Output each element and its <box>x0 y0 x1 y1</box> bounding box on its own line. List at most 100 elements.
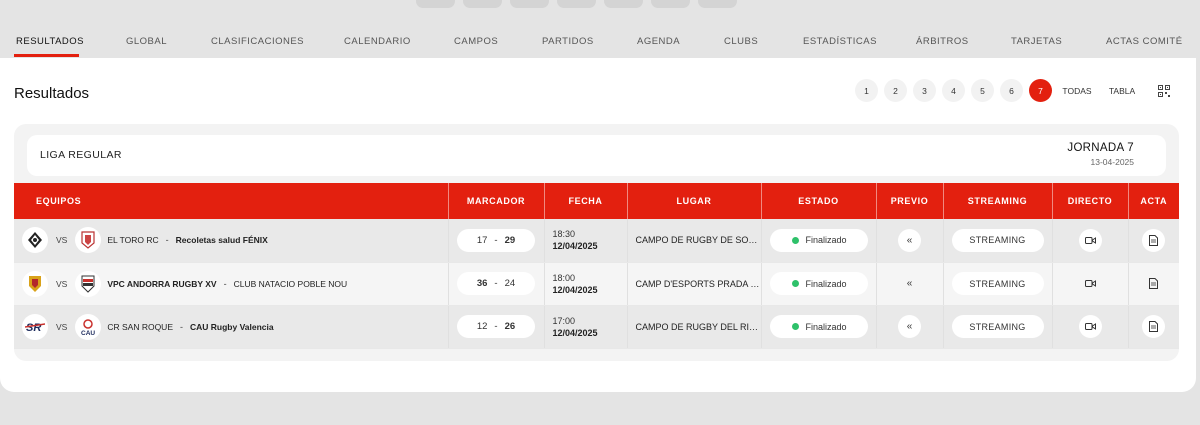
match-time: 17:00 <box>552 315 576 326</box>
status-badge: Finalizado <box>769 228 868 252</box>
away-team-name[interactable]: Recoletas salud FÉNIX <box>176 235 268 245</box>
team-logo-cau-valencia: CAU <box>75 313 102 340</box>
qr-code-icon[interactable] <box>1152 79 1175 102</box>
page-button-6[interactable]: 6 <box>1000 79 1023 102</box>
match-date: 12/04/2025 <box>552 284 598 295</box>
svg-text:CAU: CAU <box>81 330 95 337</box>
team-logo-el-toro <box>22 227 48 254</box>
home-score: 12 <box>476 321 488 332</box>
home-team-name[interactable]: VPC ANDORRA RUGBY XV <box>107 279 216 289</box>
header-previo: PREVIO <box>876 183 944 219</box>
round-date: 13-04-2025 <box>1090 157 1134 167</box>
header-equipos: EQUIPOS <box>14 183 449 219</box>
streaming-button[interactable]: STREAMING <box>951 272 1044 295</box>
status-dot-icon <box>791 323 799 330</box>
header-marcador: MARCADOR <box>448 183 545 219</box>
header-estado: ESTADO <box>761 183 877 219</box>
header-fecha: FECHA <box>544 183 628 219</box>
page-button-1[interactable]: 1 <box>855 79 878 102</box>
active-tab-indicator <box>14 54 79 57</box>
table-row[interactable]: VS VPC ANDORRA RUGBY XV - CLUB NATACIO P… <box>14 262 1179 306</box>
table-row[interactable]: VS EL TORO RC - Recoletas salud FÉNIX 17… <box>14 219 1179 263</box>
home-score: 17 <box>476 234 488 246</box>
home-score: 36 <box>476 278 488 289</box>
match-time: 18:30 <box>552 229 576 240</box>
round-header <box>27 135 1166 176</box>
top-button-stub[interactable] <box>651 0 690 8</box>
team-logo-fenix <box>75 227 102 254</box>
tab-global[interactable]: GLOBAL <box>126 36 167 47</box>
video-camera-icon[interactable] <box>1078 315 1102 338</box>
status-dot-icon <box>791 236 799 244</box>
header-acta: ACTA <box>1128 183 1179 219</box>
tab-campos[interactable]: CAMPOS <box>454 36 498 47</box>
top-button-stub[interactable] <box>604 0 643 8</box>
header-directo: DIRECTO <box>1052 183 1129 219</box>
top-button-stub[interactable] <box>698 0 737 8</box>
match-time: 18:00 <box>552 272 576 283</box>
page-button-4[interactable]: 4 <box>942 79 965 102</box>
tab-actas-comite[interactable]: ACTAS COMITÉ <box>1106 36 1183 47</box>
tab-agenda[interactable]: AGENDA <box>637 36 680 47</box>
page-button-3[interactable]: 3 <box>913 79 936 102</box>
previo-rewind-icon[interactable]: « <box>898 272 921 295</box>
round-title: JORNADA 7 <box>1067 142 1134 154</box>
vs-label: VS <box>56 235 68 246</box>
vs-label: VS <box>56 278 68 289</box>
top-button-stub[interactable] <box>557 0 596 8</box>
home-team-name[interactable]: EL TORO RC <box>107 235 158 245</box>
document-icon[interactable] <box>1142 228 1166 252</box>
tab-estadisticas[interactable]: ESTADÍSTICAS <box>803 36 877 47</box>
tab-clubs[interactable]: CLUBS <box>724 36 758 47</box>
away-score: 26 <box>504 321 516 332</box>
match-venue[interactable]: CAMP D'ESPORTS PRADA D… <box>627 262 762 306</box>
streaming-button[interactable]: STREAMING <box>951 228 1044 252</box>
match-venue[interactable]: CAMPO DE RUGBY DE SON … <box>627 219 762 263</box>
document-icon[interactable] <box>1142 272 1165 295</box>
league-name: LIGA REGULAR <box>40 149 122 161</box>
away-team-name[interactable]: CLUB NATACIO POBLE NOU <box>234 279 348 289</box>
score-pill: 36-24 <box>457 272 535 295</box>
tab-tarjetas[interactable]: TARJETAS <box>1011 36 1062 47</box>
score-pill: 12-26 <box>457 315 535 338</box>
todas-button[interactable]: TODAS <box>1060 79 1094 102</box>
home-team-name[interactable]: CR SAN ROQUE <box>107 322 173 332</box>
streaming-button[interactable]: STREAMING <box>951 315 1044 338</box>
match-date: 12/04/2025 <box>552 327 598 338</box>
header-streaming: STREAMING <box>943 183 1053 219</box>
previo-rewind-icon[interactable]: « <box>898 315 921 338</box>
video-camera-icon[interactable] <box>1078 228 1102 252</box>
svg-text:SR: SR <box>26 322 41 334</box>
status-badge: Finalizado <box>769 272 868 295</box>
tab-clasificaciones[interactable]: CLASIFICACIONES <box>211 36 304 47</box>
vs-label: VS <box>56 321 68 332</box>
table-row[interactable]: SR VS CAU CR SAN ROQUE - CAU Rugby Valen… <box>14 305 1179 349</box>
table-header-row: EQUIPOS MARCADOR FECHA LUGAR ESTADO PREV… <box>14 183 1179 219</box>
top-button-stub[interactable] <box>463 0 502 8</box>
document-icon[interactable] <box>1142 315 1166 338</box>
page-title: Resultados <box>14 85 90 102</box>
page-button-7[interactable]: 7 <box>1029 79 1052 102</box>
page-button-5[interactable]: 5 <box>971 79 994 102</box>
top-button-stub[interactable] <box>416 0 455 8</box>
tabla-button[interactable]: TABLA <box>1105 79 1139 102</box>
away-team-name[interactable]: CAU Rugby Valencia <box>190 322 274 332</box>
top-button-stub[interactable] <box>510 0 549 8</box>
away-score: 29 <box>504 234 516 246</box>
match-venue[interactable]: CAMPO DE RUGBY DEL RIO … <box>627 305 762 349</box>
previo-rewind-icon[interactable]: « <box>898 228 921 252</box>
header-lugar: LUGAR <box>627 183 762 219</box>
team-logo-vpc-andorra <box>22 270 48 297</box>
team-logo-cr-san-roque: SR <box>22 313 48 340</box>
tab-arbitros[interactable]: ÁRBITROS <box>916 36 969 47</box>
tab-resultados[interactable]: RESULTADOS <box>16 36 84 47</box>
tab-calendario[interactable]: CALENDARIO <box>344 36 411 47</box>
results-table: EQUIPOS MARCADOR FECHA LUGAR ESTADO PREV… <box>14 183 1179 349</box>
top-buttons-stub <box>416 0 737 8</box>
video-camera-icon[interactable] <box>1079 272 1102 295</box>
away-score: 24 <box>504 278 516 289</box>
tab-partidos[interactable]: PARTIDOS <box>542 36 594 47</box>
score-pill: 17-29 <box>457 228 535 252</box>
page-button-2[interactable]: 2 <box>884 79 907 102</box>
team-logo-natacio-poble-nou <box>75 270 102 297</box>
